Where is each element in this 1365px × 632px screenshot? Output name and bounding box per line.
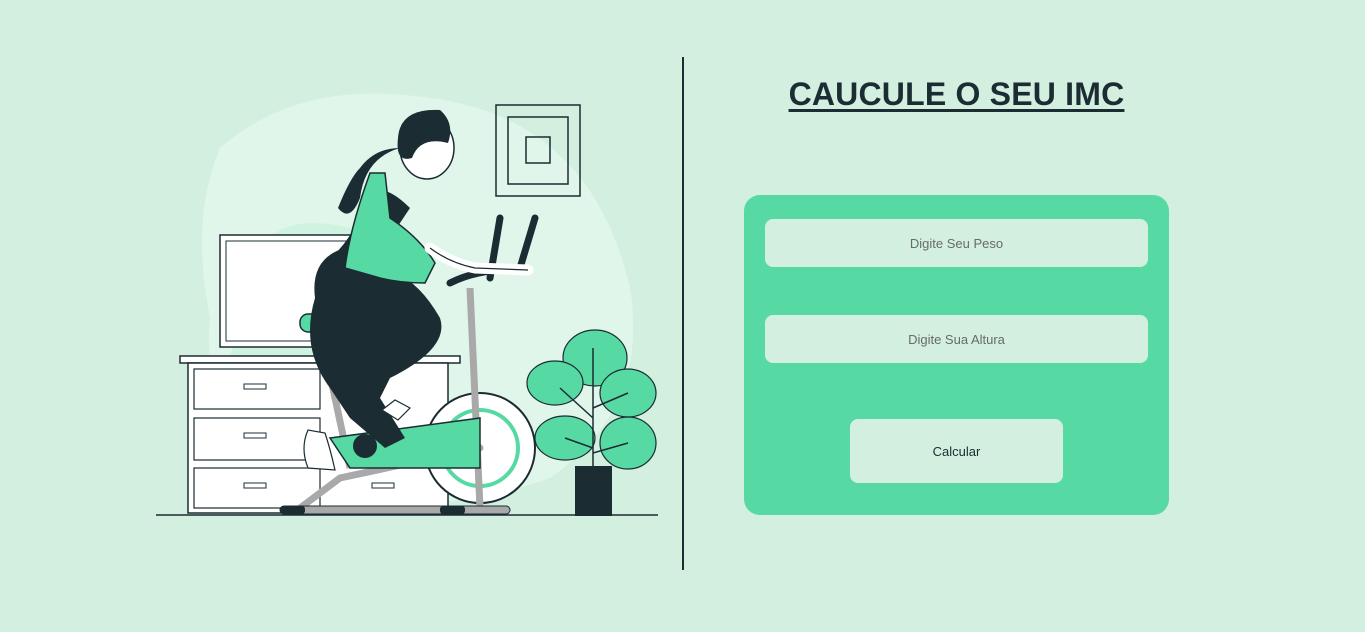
altura-input[interactable] (765, 315, 1148, 363)
vertical-divider (682, 57, 684, 570)
peso-input[interactable] (765, 219, 1148, 267)
calcular-button[interactable]: Calcular (850, 419, 1063, 483)
exercise-bike-illustration (156, 93, 658, 516)
page-title: CAUCULE O SEU IMC (788, 76, 1125, 112)
imc-form-card: Calcular (744, 195, 1169, 515)
page: CAUCULE O SEU IMC Calcular (0, 0, 1365, 632)
